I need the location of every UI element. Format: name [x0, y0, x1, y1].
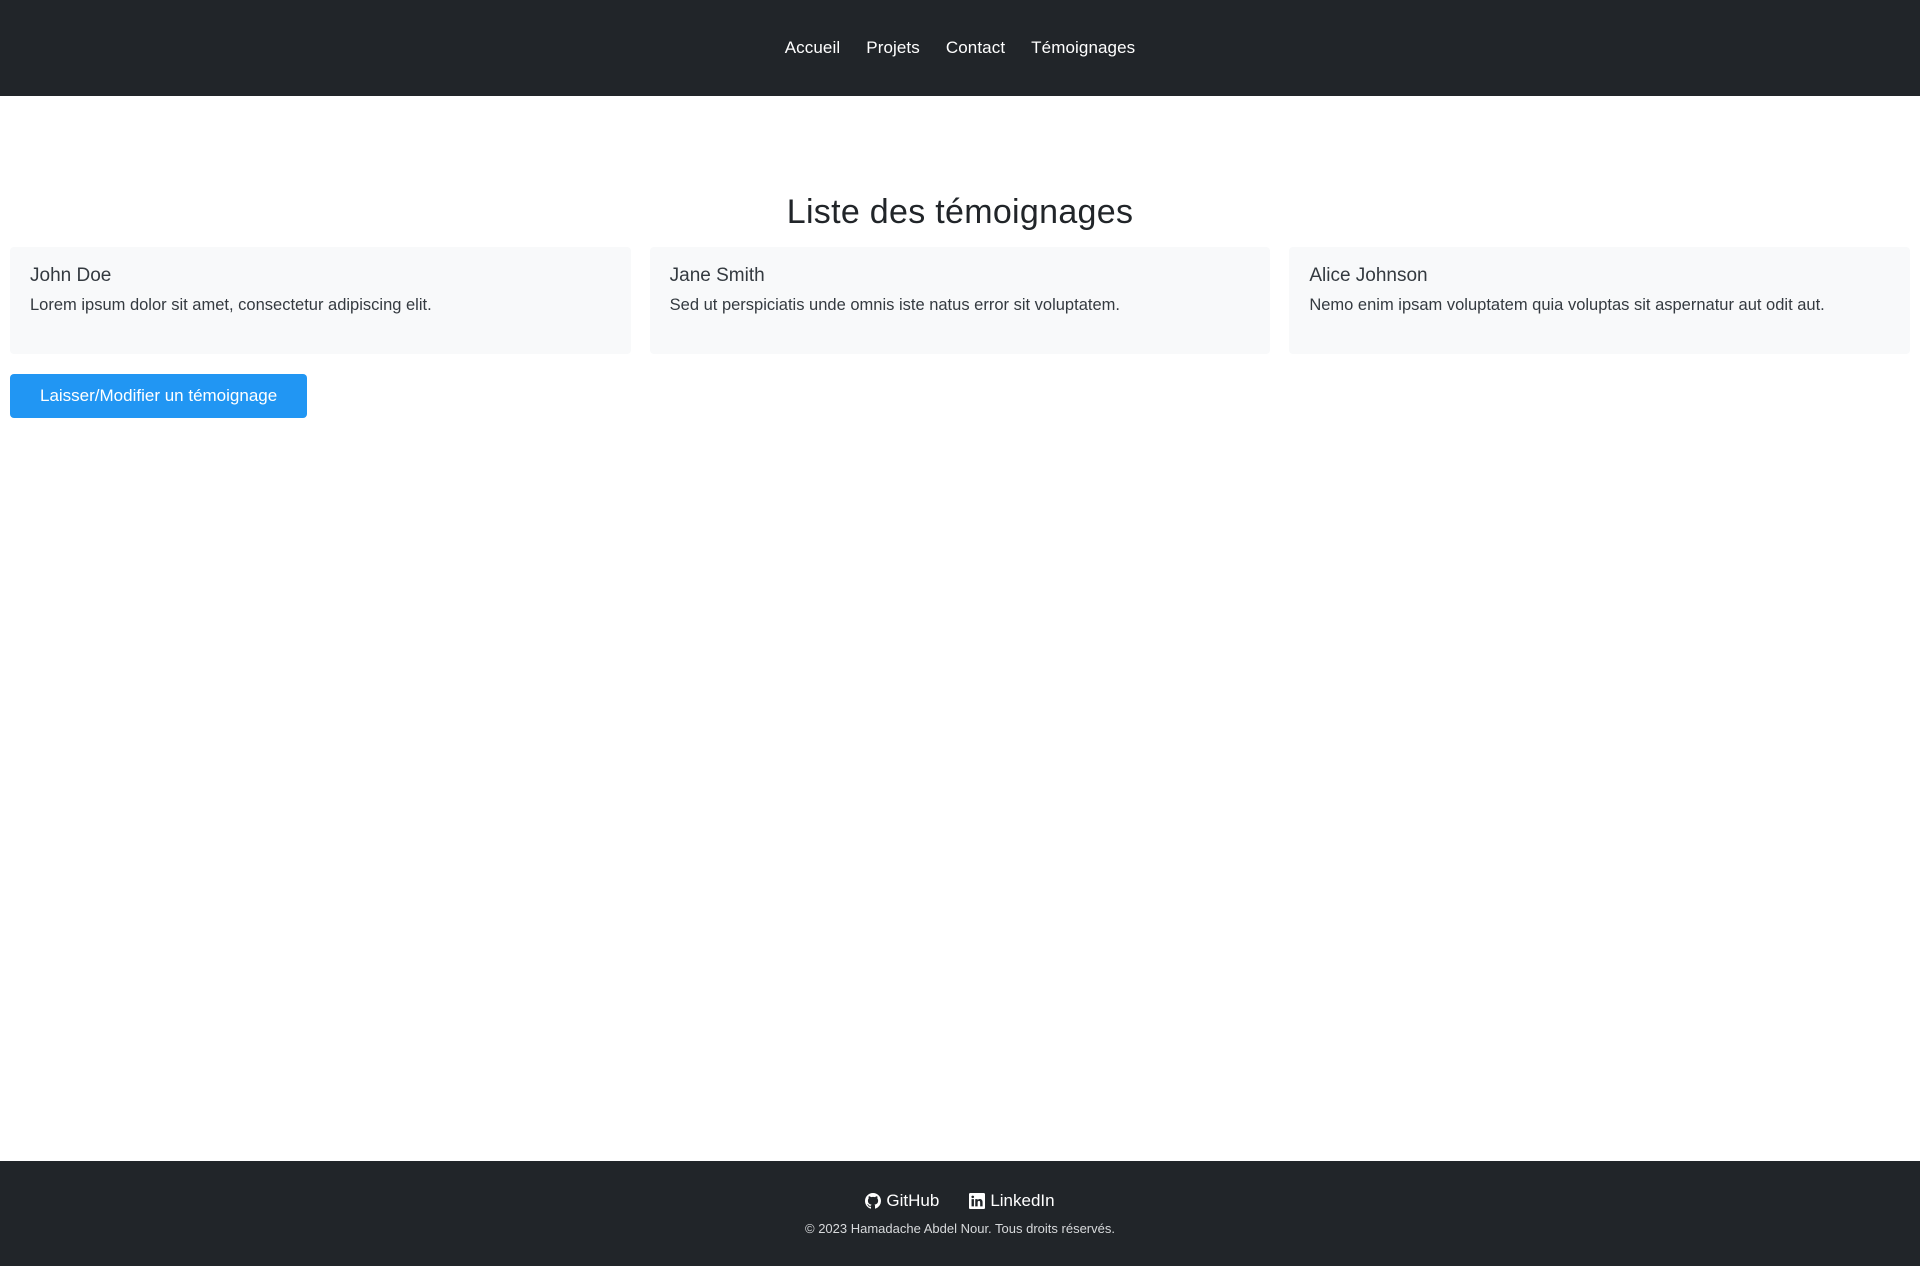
testimonial-card: Alice Johnson Nemo enim ipsam voluptatem…: [1289, 247, 1910, 355]
main-content: Liste des témoignages John Doe Lorem ips…: [0, 96, 1920, 1161]
page: Accueil Projets Contact Témoignages List…: [0, 0, 1920, 1266]
linkedin-link[interactable]: LinkedIn: [969, 1191, 1055, 1211]
testimonial-text: Sed ut perspiciatis unde omnis iste natu…: [669, 296, 1120, 315]
nav-link-projets[interactable]: Projets: [866, 38, 920, 57]
testimonial-card: John Doe Lorem ipsum dolor sit amet, con…: [10, 247, 631, 355]
nav-link-accueil[interactable]: Accueil: [785, 38, 841, 57]
footer: GitHub LinkedIn © 2023 Hamadache Abdel N…: [0, 1161, 1920, 1266]
main-nav: Accueil Projets Contact Témoignages: [785, 38, 1136, 58]
github-link[interactable]: GitHub: [865, 1191, 939, 1211]
page-title: Liste des témoignages: [786, 193, 1134, 231]
footer-links: GitHub LinkedIn: [865, 1191, 1055, 1211]
nav-list: Accueil Projets Contact Témoignages: [785, 38, 1136, 58]
testimonial-text: Lorem ipsum dolor sit amet, consectetur …: [30, 296, 432, 315]
nav-item-accueil: Accueil: [785, 38, 841, 58]
testimonial-text: Nemo enim ipsam voluptatem quia voluptas…: [1309, 296, 1825, 315]
testimonial-list: John Doe Lorem ipsum dolor sit amet, con…: [10, 247, 1910, 355]
nav-link-contact[interactable]: Contact: [946, 38, 1005, 57]
nav-item-temoignages: Témoignages: [1031, 38, 1135, 58]
nav-item-contact: Contact: [946, 38, 1005, 58]
nav-item-projets: Projets: [866, 38, 920, 58]
testimonial-author: John Doe: [30, 265, 112, 287]
linkedin-icon: [969, 1193, 986, 1209]
testimonial-card: Jane Smith Sed ut perspiciatis unde omni…: [649, 247, 1271, 355]
github-label: GitHub: [886, 1191, 940, 1210]
add-testimonial-button[interactable]: Laisser/Modifier un témoignage: [10, 374, 308, 419]
linkedin-label: LinkedIn: [990, 1191, 1055, 1210]
testimonial-author: Jane Smith: [669, 265, 765, 287]
top-navbar: Accueil Projets Contact Témoignages: [0, 0, 1920, 96]
copyright-text: © 2023 Hamadache Abdel Nour. Tous droits…: [805, 1221, 1115, 1236]
github-icon: [865, 1193, 882, 1209]
testimonial-author: Alice Johnson: [1309, 265, 1428, 287]
nav-link-temoignages[interactable]: Témoignages: [1031, 38, 1135, 57]
